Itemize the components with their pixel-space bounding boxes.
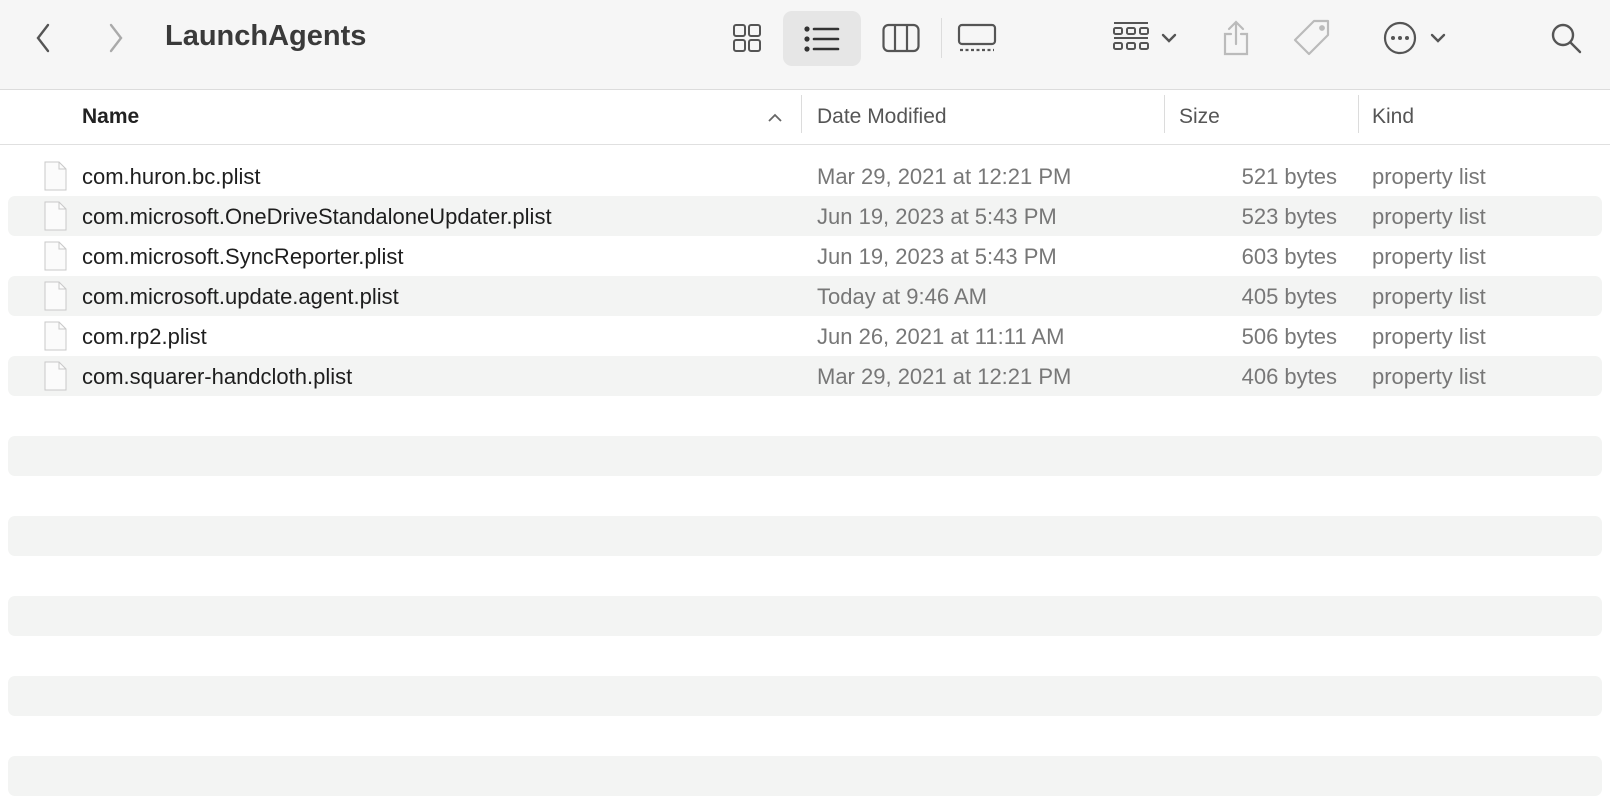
toolbar: LaunchAgents — [0, 0, 1610, 90]
icon-view-button[interactable] — [730, 20, 764, 56]
file-name: com.rp2.plist — [82, 324, 207, 349]
columns-icon — [882, 23, 920, 53]
document-icon — [44, 321, 67, 351]
file-size: 603 bytes — [1241, 244, 1337, 269]
file-row[interactable]: com.huron.bc.plist Mar 29, 2021 at 12:21 … — [8, 156, 1602, 196]
file-name: com.huron.bc.plist — [82, 164, 261, 189]
list-icon — [804, 26, 840, 52]
column-header-date[interactable]: Date Modified — [817, 105, 947, 129]
document-icon — [44, 201, 67, 231]
file-size: 521 bytes — [1241, 164, 1337, 189]
tag-button[interactable] — [1290, 18, 1334, 58]
empty-stripe — [8, 436, 1602, 476]
column-header-row: Name Date Modified Size Kind — [0, 91, 1610, 145]
file-size: 405 bytes — [1241, 284, 1337, 309]
column-view-button[interactable] — [881, 20, 921, 56]
column-divider[interactable] — [801, 95, 802, 133]
more-actions-button[interactable] — [1374, 18, 1454, 58]
file-row[interactable]: com.microsoft.update.agent.plist Today at… — [8, 276, 1602, 316]
sort-ascending-icon[interactable] — [767, 113, 783, 123]
ellipsis-circle-icon — [1383, 21, 1417, 55]
file-row[interactable]: com.rp2.plist Jun 26, 2021 at 11:11 AM 506… — [8, 316, 1602, 356]
share-button[interactable] — [1218, 18, 1254, 58]
file-name: com.squarer-handcloth.plist — [82, 364, 353, 389]
file-date: Jun 19, 2023 at 5:43 PM — [817, 204, 1057, 229]
file-row[interactable]: com.microsoft.OneDriveStandaloneUpdater.… — [8, 196, 1602, 236]
gallery-icon — [957, 23, 997, 52]
file-date: Mar 29, 2021 at 12:21 PM — [817, 364, 1072, 389]
file-date: Jun 19, 2023 at 5:43 PM — [817, 244, 1057, 269]
chevron-right-icon — [109, 23, 123, 53]
search-icon — [1551, 23, 1582, 54]
group-by-button[interactable] — [1106, 20, 1182, 56]
group-icon — [1113, 22, 1149, 50]
file-name: com.microsoft.OneDriveStandaloneUpdater.… — [82, 204, 552, 229]
tag-icon — [1293, 19, 1330, 56]
empty-stripe — [8, 596, 1602, 636]
forward-button[interactable] — [103, 20, 129, 56]
back-button[interactable] — [30, 20, 56, 56]
column-header-name[interactable]: Name — [82, 105, 139, 129]
document-icon — [44, 241, 67, 271]
column-divider[interactable] — [1164, 95, 1165, 133]
file-name: com.microsoft.SyncReporter.plist — [82, 244, 404, 269]
file-kind: property list — [1372, 244, 1486, 269]
empty-stripe — [8, 756, 1602, 796]
empty-stripe — [8, 676, 1602, 716]
file-date: Jun 26, 2021 at 11:11 AM — [817, 324, 1065, 349]
gallery-view-button[interactable] — [956, 20, 998, 56]
file-date: Today at 9:46 AM — [817, 284, 987, 309]
share-icon — [1223, 20, 1249, 56]
file-kind: property list — [1372, 164, 1486, 189]
grid-icon — [733, 24, 761, 52]
file-kind: property list — [1372, 324, 1486, 349]
chevron-down-icon — [1430, 33, 1446, 43]
document-icon — [44, 281, 67, 311]
search-button[interactable] — [1548, 20, 1584, 56]
file-date: Mar 29, 2021 at 12:21 PM — [817, 164, 1072, 189]
column-header-size[interactable]: Size — [1179, 105, 1220, 129]
file-size: 406 bytes — [1241, 364, 1337, 389]
file-name: com.microsoft.update.agent.plist — [82, 284, 399, 309]
chevron-down-icon — [1161, 33, 1177, 43]
toolbar-divider — [941, 18, 942, 58]
list-view-button[interactable] — [783, 11, 861, 66]
file-kind: property list — [1372, 284, 1486, 309]
file-size: 523 bytes — [1241, 204, 1337, 229]
column-divider[interactable] — [1358, 95, 1359, 133]
empty-stripe — [8, 516, 1602, 556]
file-row[interactable]: com.squarer-handcloth.plist Mar 29, 2021 … — [8, 356, 1602, 396]
column-header-kind[interactable]: Kind — [1372, 105, 1414, 129]
chevron-left-icon — [36, 23, 50, 53]
window-title: LaunchAgents — [165, 20, 367, 52]
document-icon — [44, 161, 67, 191]
document-icon — [44, 361, 67, 391]
file-kind: property list — [1372, 204, 1486, 229]
file-row[interactable]: com.microsoft.SyncReporter.plist Jun 19, … — [8, 236, 1602, 276]
file-kind: property list — [1372, 364, 1486, 389]
file-size: 506 bytes — [1241, 324, 1337, 349]
